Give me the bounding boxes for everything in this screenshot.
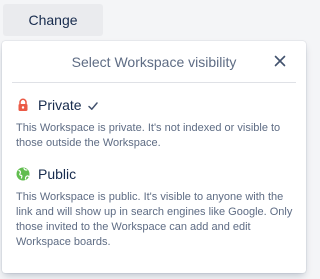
checkmark-icon xyxy=(87,99,99,111)
option-description: This Workspace is public. It's visible t… xyxy=(16,191,293,248)
option-label: Private xyxy=(38,97,82,113)
popover-header: Select Workspace visibility xyxy=(12,41,296,83)
option-description: This Workspace is private. It's not inde… xyxy=(16,122,281,149)
lock-icon xyxy=(16,98,30,112)
popover-title: Select Workspace visibility xyxy=(71,54,237,70)
visibility-option-public[interactable]: Public This Workspace is public. It's vi… xyxy=(16,165,298,250)
workspace-visibility-popover: Select Workspace visibility Private This… xyxy=(2,41,306,273)
visibility-option-private[interactable]: Private This Workspace is private. It's … xyxy=(16,96,298,151)
change-button[interactable]: Change xyxy=(3,4,103,36)
close-icon[interactable] xyxy=(270,51,290,71)
globe-icon xyxy=(16,167,30,181)
option-label: Public xyxy=(38,166,77,182)
